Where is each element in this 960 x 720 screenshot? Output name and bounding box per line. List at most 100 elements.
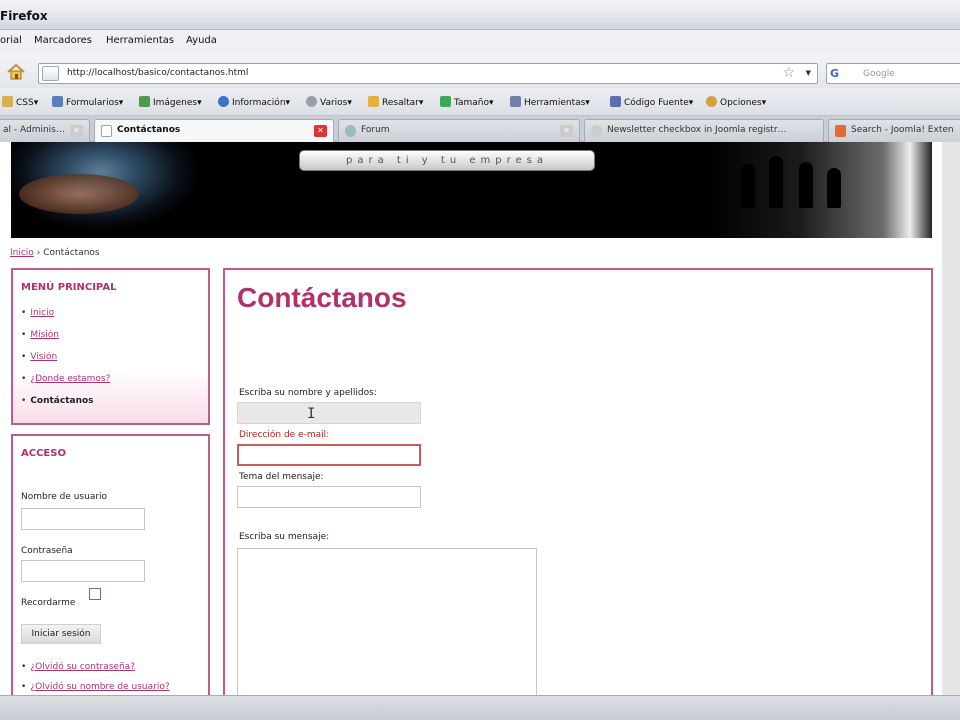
resize-icon bbox=[440, 96, 451, 107]
remember-checkbox[interactable] bbox=[89, 588, 101, 600]
toolbar-images[interactable]: Imágenes▾ bbox=[139, 96, 202, 108]
menu-link-contactanos[interactable]: Contáctanos bbox=[30, 396, 93, 406]
menu-item-inicio: • Inicio bbox=[21, 308, 55, 318]
navigation-bar: http://localhost/basico/contactanos.html… bbox=[0, 54, 960, 88]
home-icon bbox=[7, 63, 25, 80]
hands-image bbox=[19, 174, 139, 214]
toolbar-outline[interactable]: Resaltar▾ bbox=[368, 96, 423, 108]
menu-link-inicio[interactable]: Inicio bbox=[30, 308, 54, 318]
info-icon bbox=[218, 96, 229, 107]
url-bar[interactable]: http://localhost/basico/contactanos.html… bbox=[38, 63, 818, 84]
page-scrollbar[interactable] bbox=[942, 142, 960, 695]
menu-item-donde-estamos: • ¿Donde estamos? bbox=[21, 374, 111, 384]
bookmark-star-icon[interactable]: ☆ bbox=[782, 65, 795, 81]
toolbar-misc[interactable]: Varios▾ bbox=[306, 96, 352, 108]
person-silhouette bbox=[799, 162, 813, 208]
image-icon bbox=[139, 96, 150, 107]
message-label: Escriba su mensaje: bbox=[239, 532, 330, 542]
breadcrumb-current: Contáctanos bbox=[43, 248, 100, 258]
url-dropdown-icon[interactable]: ▼ bbox=[806, 69, 811, 77]
toolbar-info[interactable]: Información▾ bbox=[218, 96, 290, 108]
menu-item-contactanos: • Contáctanos bbox=[21, 396, 94, 406]
search-placeholder: Google bbox=[863, 69, 895, 79]
close-tab-icon[interactable]: ✕ bbox=[314, 125, 327, 137]
subject-field[interactable] bbox=[237, 486, 421, 508]
misc-icon bbox=[306, 96, 317, 107]
joomla-icon bbox=[835, 125, 846, 137]
tab-contactanos[interactable]: Contáctanos ✕ bbox=[94, 119, 334, 143]
message-textarea[interactable] bbox=[237, 548, 537, 695]
breadcrumb-home-link[interactable]: Inicio bbox=[10, 248, 34, 258]
source-icon bbox=[610, 96, 621, 107]
email-label: Dirección de e-mail: bbox=[239, 430, 330, 440]
login-panel: ACCESO Nombre de usuario Contraseña Reco… bbox=[11, 434, 210, 695]
toolbar-source[interactable]: Código Fuente▾ bbox=[610, 96, 693, 108]
forum-icon bbox=[345, 125, 356, 137]
text-cursor-icon: I bbox=[307, 406, 316, 422]
window-titlebar: Firefox bbox=[0, 0, 960, 30]
close-tab-icon[interactable]: ✕ bbox=[560, 125, 573, 137]
password-field[interactable] bbox=[21, 560, 145, 582]
forgot-password-item: • ¿Olvidó su contraseña? bbox=[21, 662, 135, 672]
site-banner: para ti y tu empresa bbox=[11, 142, 932, 238]
menu-link-vision[interactable]: Visión bbox=[30, 352, 57, 362]
page-title: Contáctanos bbox=[237, 282, 407, 313]
status-bar bbox=[0, 695, 960, 720]
window-title: Firefox bbox=[0, 9, 48, 23]
search-input[interactable]: G Google bbox=[826, 63, 960, 84]
subject-label: Tema del mensaje: bbox=[239, 472, 324, 482]
password-label: Contraseña bbox=[21, 546, 73, 556]
toolbar-tools[interactable]: Herramientas▾ bbox=[510, 96, 590, 108]
tab-forum[interactable]: Forum ✕ bbox=[338, 119, 580, 142]
form-icon bbox=[52, 96, 63, 107]
google-icon[interactable]: G bbox=[830, 67, 839, 80]
menu-bookmarks[interactable]: Marcadores bbox=[34, 35, 92, 46]
page-icon bbox=[101, 125, 112, 137]
menu-help[interactable]: Ayuda bbox=[186, 35, 217, 46]
username-label: Nombre de usuario bbox=[21, 492, 108, 502]
page-icon bbox=[42, 66, 59, 81]
business-people-image bbox=[711, 142, 932, 238]
menu-item-mision: • Misión bbox=[21, 330, 59, 340]
toolbar-forms[interactable]: Formularios▾ bbox=[52, 96, 123, 108]
toolbar-options[interactable]: Opciones▾ bbox=[706, 96, 766, 108]
home-button[interactable] bbox=[6, 63, 26, 81]
email-field[interactable] bbox=[237, 444, 421, 466]
menu-history[interactable]: orial bbox=[0, 35, 22, 46]
tab-strip: al - Adminis… ✕ Contáctanos ✕ Forum ✕ Ne… bbox=[0, 116, 960, 143]
url-text[interactable]: http://localhost/basico/contactanos.html bbox=[67, 68, 248, 78]
main-menu-title: MENÚ PRINCIPAL bbox=[21, 282, 117, 293]
toolbar-css[interactable]: CSS▾ bbox=[2, 96, 38, 108]
toolbar-resize[interactable]: Tamaño▾ bbox=[440, 96, 494, 108]
tab-newsletter[interactable]: Newsletter checkbox in Joomla registr… bbox=[584, 119, 824, 142]
menu-link-mision[interactable]: Misión bbox=[30, 330, 59, 340]
options-icon bbox=[706, 96, 717, 107]
wrench-icon bbox=[510, 96, 521, 107]
webdev-toolbar: CSS▾ Formularios▾ Imágenes▾ Información▾… bbox=[0, 88, 960, 116]
breadcrumb-separator: › bbox=[36, 248, 41, 258]
person-silhouette bbox=[769, 156, 783, 208]
menu-item-vision: • Visión bbox=[21, 352, 58, 362]
login-button[interactable]: Iniciar sesión bbox=[21, 624, 101, 644]
pen-icon bbox=[368, 96, 379, 107]
tab-joomla-search[interactable]: Search - Joomla! Exten bbox=[828, 119, 960, 142]
name-field[interactable] bbox=[237, 402, 421, 424]
menu-bar: orial Marcadores Herramientas Ayuda bbox=[0, 30, 960, 54]
web-page: para ti y tu empresa Inicio › Contáctano… bbox=[0, 142, 942, 695]
forgot-username-link[interactable]: ¿Olvidó su nombre de usuario? bbox=[30, 682, 169, 692]
close-tab-icon[interactable]: ✕ bbox=[70, 125, 83, 137]
banner-slogan: para ti y tu empresa bbox=[299, 150, 595, 171]
forgot-password-link[interactable]: ¿Olvidó su contraseña? bbox=[30, 662, 135, 672]
folder-icon bbox=[2, 96, 13, 107]
username-field[interactable] bbox=[21, 508, 145, 530]
name-label: Escriba su nombre y apellidos: bbox=[239, 388, 377, 398]
content-panel: Contáctanos Escriba su nombre y apellido… bbox=[223, 268, 933, 695]
forgot-username-item: • ¿Olvidó su nombre de usuario? bbox=[21, 682, 170, 692]
person-silhouette bbox=[741, 164, 755, 208]
breadcrumb: Inicio › Contáctanos bbox=[10, 248, 100, 258]
tab-admin[interactable]: al - Adminis… ✕ bbox=[0, 119, 90, 142]
menu-tools[interactable]: Herramientas bbox=[106, 35, 174, 46]
remember-label: Recordarme bbox=[21, 598, 76, 608]
menu-link-donde-estamos[interactable]: ¿Donde estamos? bbox=[30, 374, 110, 384]
main-menu-list: • Inicio • Misión • Visión • ¿Donde estamos?… bbox=[21, 308, 110, 418]
